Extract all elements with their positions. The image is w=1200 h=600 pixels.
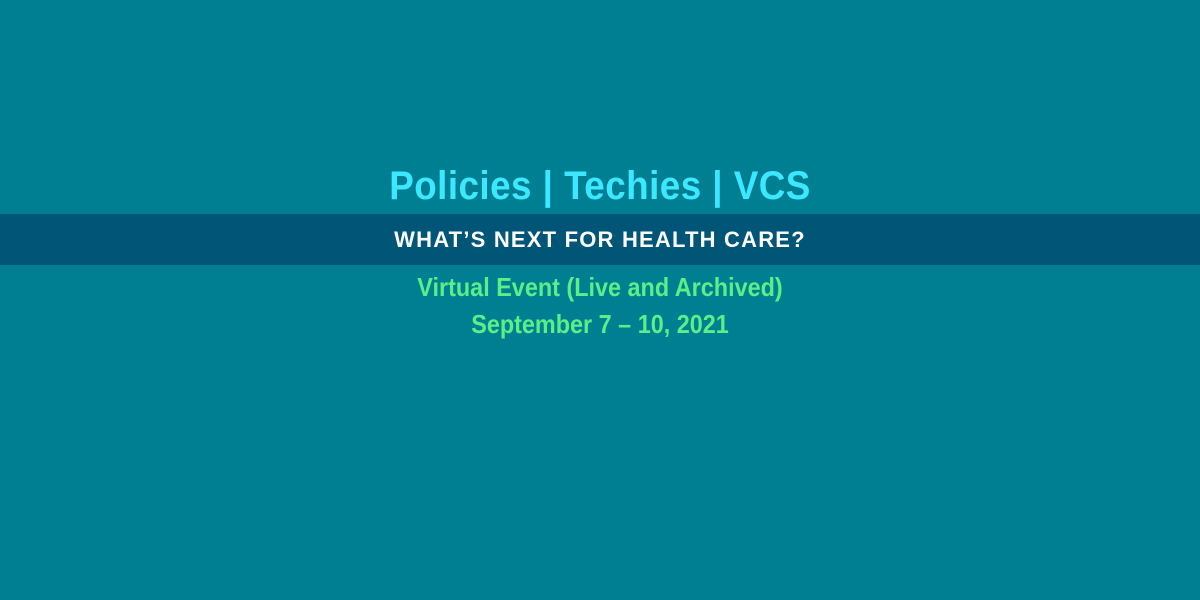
headline: Policies | Techies | VCS: [389, 164, 811, 208]
event-type: Virtual Event (Live and Archived): [417, 272, 783, 302]
event-banner: Policies | Techies | VCS WHAT’S NEXT FOR…: [0, 0, 1200, 600]
tagline-stripe: WHAT’S NEXT FOR HEALTH CARE?: [0, 214, 1200, 265]
event-dates: September 7 – 10, 2021: [471, 309, 729, 339]
tagline: WHAT’S NEXT FOR HEALTH CARE?: [394, 227, 806, 252]
